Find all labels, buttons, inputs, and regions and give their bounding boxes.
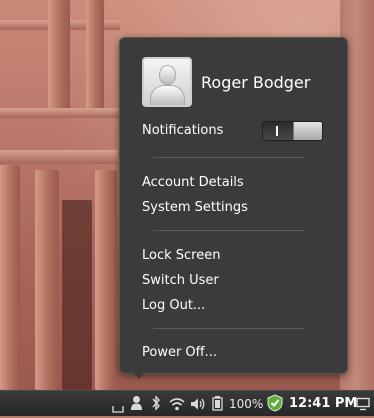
username-label: Roger Bodger [201,73,311,92]
user-icon[interactable] [130,395,143,415]
menu-item-account-details[interactable]: Account Details [142,174,244,192]
battery-percent: 100% [229,397,264,411]
bottom-panel: 100% 12:41 PM [0,390,374,416]
separator [153,230,304,231]
menu-item-lock-screen[interactable]: Lock Screen [142,247,220,265]
clock[interactable]: 12:41 PM [289,396,357,411]
menu-item-log-out[interactable]: Log Out... [142,297,205,315]
battery-icon[interactable] [211,395,227,415]
shield-check-icon[interactable] [266,394,284,416]
separator [153,157,304,158]
display-icon[interactable] [356,396,370,415]
menu-item-switch-user[interactable]: Switch User [142,272,219,290]
avatar [142,57,192,107]
notifications-label: Notifications [142,123,224,138]
keyboard-icon[interactable] [112,399,124,418]
separator [153,328,304,329]
menu-item-power-off[interactable]: Power Off... [142,344,217,362]
user-menu-popup: Roger Bodger Notifications Account Detai… [119,37,348,374]
wifi-icon[interactable] [169,396,185,415]
menu-pointer [132,371,146,379]
notifications-toggle[interactable] [262,121,323,141]
volume-icon[interactable] [190,396,206,415]
bluetooth-icon[interactable] [151,395,161,415]
menu-item-system-settings[interactable]: System Settings [142,199,248,217]
